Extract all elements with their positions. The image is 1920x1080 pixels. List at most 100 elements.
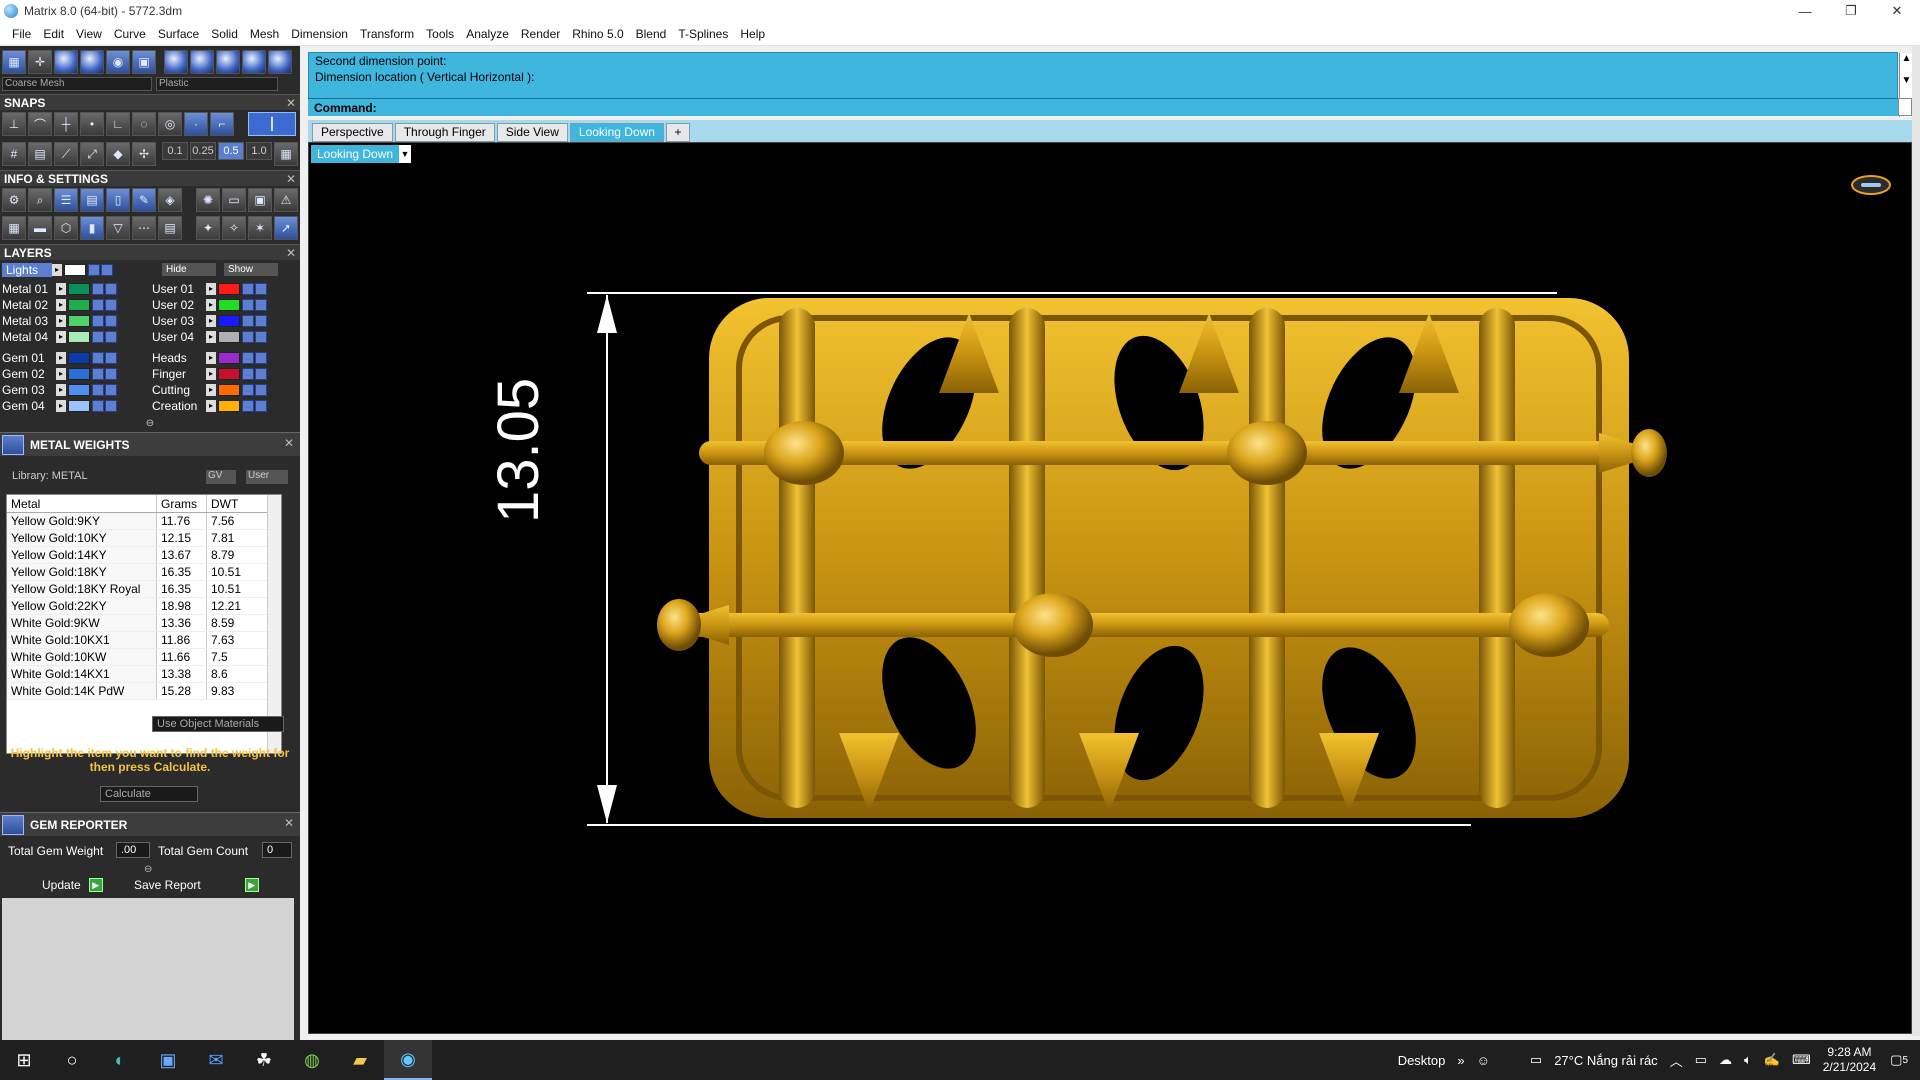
layer-arrow-icon[interactable]: ▸ [56,383,66,396]
layer-color-swatch[interactable] [218,314,240,327]
green-app-icon[interactable]: ◍ [288,1040,336,1080]
layer-lock-icon[interactable] [242,314,254,327]
gem-collapse-icon[interactable]: ⊖ [144,864,154,875]
start-windows-icon[interactable]: ⊞ [0,1040,48,1080]
layer-color-swatch[interactable] [68,282,90,295]
chevron-double-icon[interactable]: » [1457,1053,1464,1068]
people-icon[interactable]: ☺ [1477,1053,1490,1068]
weather-icon[interactable]: ▭ [1530,1052,1542,1068]
snaps-close-icon[interactable]: ✕ [286,95,296,111]
matrix-app-icon[interactable]: ◉ [384,1040,432,1080]
grid-settings-icon[interactable]: ▦ [274,142,298,166]
menu-dimension[interactable]: Dimension [285,27,354,41]
layer-color-swatch[interactable] [218,399,240,412]
layer-color-swatch[interactable] [218,298,240,311]
magic-icon[interactable]: ✶ [248,216,272,240]
search-circle-icon[interactable]: ○ [48,1040,96,1080]
nudge-icon[interactable]: ⤢ [80,142,104,166]
layer-color-swatch[interactable] [218,367,240,380]
layer-visible-icon[interactable] [105,298,117,311]
layer-lock-icon[interactable] [242,383,254,396]
wireframe-icon[interactable]: ▦ [2,50,26,74]
column-metal[interactable]: Metal [7,495,157,512]
layer-arrow-icon[interactable]: ▸ [206,351,216,364]
layer-arrow-icon[interactable]: ▸ [206,399,216,412]
desktop-toolbar-label[interactable]: Desktop [1398,1053,1446,1068]
menu-surface[interactable]: Surface [152,27,205,41]
layer-row[interactable]: Gem 03 ▸ [2,382,118,397]
layer-lock-icon[interactable] [92,314,104,327]
table-row[interactable]: White Gold:9KW 13.36 8.59 [7,615,281,632]
menu-rhino[interactable]: Rhino 5.0 [566,27,629,41]
layer-lock-icon[interactable] [242,330,254,343]
layer-row[interactable]: User 03 ▸ [152,313,268,328]
settings-gear-icon[interactable]: ⚙ [2,188,26,212]
layer-visible-icon[interactable] [255,367,267,380]
layer-lock-icon[interactable] [92,330,104,343]
curve-snap-icon[interactable]: ⟋ [54,142,78,166]
layer-visible-icon[interactable] [105,282,117,295]
grid-icon[interactable]: # [2,142,26,166]
menu-curve[interactable]: Curve [108,27,152,41]
menu-help[interactable]: Help [734,27,771,41]
layer-color-swatch[interactable] [68,367,90,380]
column-grams[interactable]: Grams [157,495,207,512]
layer-visible-icon[interactable] [105,399,117,412]
layer-visible-icon[interactable] [255,383,267,396]
user-button[interactable]: User [246,470,288,484]
layer-row[interactable]: Heads ▸ [152,350,268,365]
layer-color-swatch[interactable] [68,330,90,343]
layer-arrow-icon[interactable]: ▸ [56,282,66,295]
material-sphere-3-icon[interactable] [216,50,240,74]
layer-row[interactable]: Metal 03 ▸ [2,313,118,328]
sparkle-icon[interactable]: ✧ [222,216,246,240]
layer-color-swatch[interactable] [68,399,90,412]
tab-perspective[interactable]: Perspective [312,123,393,142]
menu-analyze[interactable]: Analyze [460,27,515,41]
table-row[interactable]: White Gold:14KX1 13.38 8.6 [7,666,281,683]
layer-lock-icon[interactable] [242,399,254,412]
table-row[interactable]: Yellow Gold:22KY 18.98 12.21 [7,598,281,615]
gem-reporter-close-icon[interactable]: ✕ [284,816,294,830]
material-editor-icon[interactable]: ◈ [158,188,182,212]
tab-side-view[interactable]: Side View [496,123,568,142]
tab-looking-down[interactable]: Looking Down [569,123,664,142]
restore-button[interactable]: ❐ [1828,0,1874,22]
pen-icon[interactable]: ✍ [1764,1052,1780,1068]
layer-lock-icon[interactable] [92,298,104,311]
menu-solid[interactable]: Solid [205,27,244,41]
snap-end-icon[interactable]: ⊥ [2,112,26,136]
material-sphere-2-icon[interactable] [190,50,214,74]
layer-row[interactable]: Finger ▸ [152,366,268,381]
layer-arrow-icon[interactable]: ▸ [206,314,216,327]
command-prompt[interactable]: Command: [308,98,1898,116]
command-prompt-scroll[interactable] [1898,98,1912,116]
layer-arrow-icon[interactable]: ▸ [56,314,66,327]
purple-tool-icon[interactable]: ✦ [196,216,220,240]
layer-color-swatch[interactable] [218,351,240,364]
menu-transform[interactable]: Transform [354,27,420,41]
layer-lock-icon[interactable] [92,383,104,396]
layer-arrow-icon[interactable]: ▸ [206,298,216,311]
menu-mesh[interactable]: Mesh [244,27,285,41]
layer-snap-icon[interactable]: ▤ [28,142,52,166]
properties-icon[interactable]: ▤ [80,188,104,212]
zoom-icon[interactable]: ⌕ [28,188,52,212]
snap-center-icon[interactable]: ◎ [158,112,182,136]
tiles-icon[interactable]: ▦ [2,216,26,240]
snap-quad-icon[interactable]: ◌ [132,112,156,136]
layer-arrow-icon[interactable]: ▸ [56,367,66,380]
material-sphere-4-icon[interactable] [242,50,266,74]
layer-arrow-icon[interactable]: ▸ [56,399,66,412]
layer-arrow-icon[interactable]: ▸ [206,282,216,295]
display-mode-icon[interactable]: ◉ [106,50,130,74]
shaded-sphere-icon[interactable] [54,50,78,74]
layer-arrow-icon[interactable]: ▸ [56,351,66,364]
warning-icon[interactable]: ⚠ [274,188,298,212]
table-row[interactable]: Yellow Gold:10KY 12.15 7.81 [7,530,281,547]
cylinder-icon[interactable]: ▮ [80,216,104,240]
cursor-icon[interactable]: ➚ [274,216,298,240]
project-icon[interactable]: ✢ [132,142,156,166]
snap-point-icon[interactable]: • [80,112,104,136]
cube-icon[interactable]: ⬡ [54,216,78,240]
